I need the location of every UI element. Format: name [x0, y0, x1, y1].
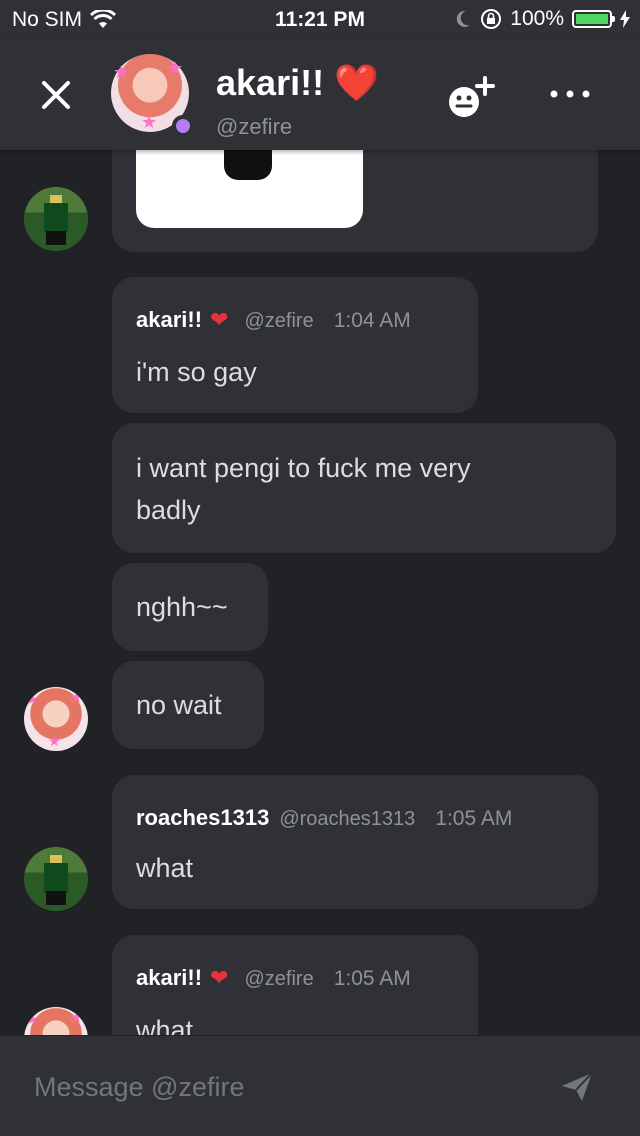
status-right: 100% — [454, 7, 630, 31]
message-input[interactable] — [32, 1064, 516, 1110]
avatar[interactable] — [24, 187, 88, 251]
message-bubble: roaches1313 @roaches1313 1:05 AM what — [112, 775, 598, 909]
message-text: i want pengi to fuck me very badly — [136, 453, 471, 525]
avatar[interactable]: ★ ★ — [24, 1007, 88, 1035]
message-bubble: akari!! ❤ @zefire 1:05 AM what — [112, 935, 478, 1035]
charging-icon — [620, 10, 630, 28]
author-name[interactable]: akari!! — [136, 307, 202, 333]
heart-emoji: ❤ — [210, 307, 229, 332]
timestamp: 1:05 AM — [333, 967, 411, 990]
avatar[interactable] — [24, 847, 88, 911]
more-icon[interactable] — [548, 84, 592, 104]
message-meta: akari!! ❤ @zefire 1:05 AM — [136, 965, 411, 991]
author-name[interactable]: akari!! — [136, 965, 202, 991]
send-icon[interactable] — [560, 1070, 594, 1104]
message-text: what — [136, 1015, 194, 1035]
author-name[interactable]: roaches1313 — [136, 805, 269, 831]
battery-icon — [572, 10, 615, 28]
presence-indicator — [172, 115, 194, 137]
heart-emoji: ❤ — [210, 965, 229, 990]
timestamp: 1:05 AM — [435, 807, 513, 830]
message-meta: akari!! ❤ @zefire 1:04 AM — [136, 307, 411, 333]
status-bar: No SIM 11:21 PM 100% — [0, 0, 640, 40]
moon-icon — [457, 10, 471, 27]
rotation-lock-icon — [481, 9, 502, 29]
author-handle: @zefire — [244, 968, 314, 990]
page-subtitle-handle: @zefire — [216, 114, 293, 139]
close-icon[interactable] — [36, 75, 76, 115]
author-handle: @roaches1313 — [279, 808, 416, 830]
message-bubble: i want pengi to fuck me very badly — [112, 423, 616, 553]
message-meta: roaches1313 @roaches1313 1:05 AM — [136, 805, 512, 831]
message-composer — [0, 1035, 640, 1136]
image-attachment[interactable] — [136, 150, 363, 228]
dm-header: ★ ★ ★ akari!! ❤️ @zefire — [0, 40, 640, 150]
add-friend-icon[interactable] — [444, 74, 500, 122]
message-bubble: no wait — [112, 661, 264, 749]
battery-fill — [576, 14, 608, 24]
battery-percent: 100% — [510, 7, 564, 30]
author-handle: @zefire — [244, 310, 314, 332]
page-title: akari!! ❤️ — [216, 62, 379, 103]
message-text: no wait — [136, 690, 222, 720]
timestamp: 1:04 AM — [333, 309, 411, 332]
avatar[interactable]: ★ ★ ★ — [24, 687, 88, 751]
message-list[interactable]: akari!! ❤ @zefire 1:04 AM i'm so gay i w… — [0, 150, 640, 1035]
message-text: nghh~~ — [136, 592, 228, 622]
message-text: i'm so gay — [136, 357, 257, 387]
message-bubble: nghh~~ — [112, 563, 268, 651]
message-bubble: akari!! ❤ @zefire 1:04 AM i'm so gay — [112, 277, 478, 413]
message-text: what — [136, 853, 194, 883]
